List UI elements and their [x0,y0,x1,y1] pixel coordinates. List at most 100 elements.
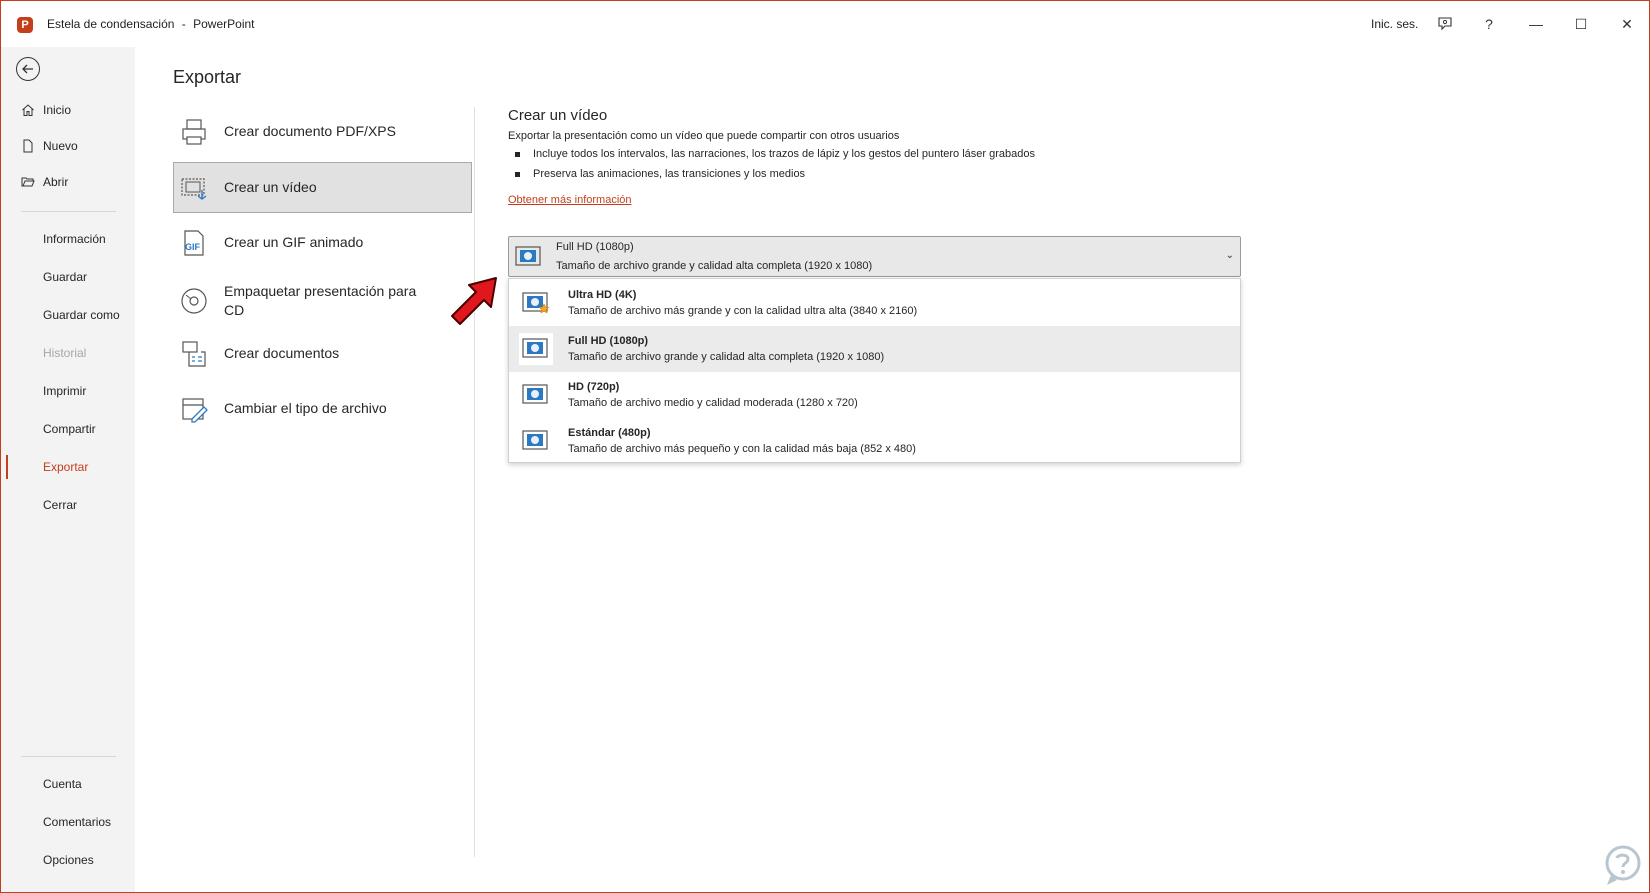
title-separator: - [181,17,186,31]
nav-item-guardar[interactable]: Guardar [1,262,135,292]
video-icon [181,177,207,200]
nav-item-imprimir[interactable]: Imprimir [1,376,135,406]
cd-icon [181,288,207,314]
nav-label: Opciones [43,853,94,867]
option-label: Crear documento PDF/XPS [224,123,396,139]
bullet-dot [515,171,520,177]
nav-item-comentarios[interactable]: Comentarios [1,807,135,837]
nav-item-inicio[interactable]: Inicio [1,95,135,125]
nav-item-guardar-como[interactable]: Guardar como [1,300,135,330]
quality-option-title: HD (720p) [568,381,620,393]
nav-divider [21,211,116,212]
open-folder-icon [21,177,35,187]
quality-option-title: Estándar (480p) [568,427,651,439]
chevron-down-icon: ⌄ [1225,250,1234,261]
video-bullet: Preserva las animaciones, las transicion… [515,168,805,180]
gif-icon: GIF [180,229,208,257]
nav-label: Inicio [43,103,72,117]
change-file-type-icon [182,397,208,423]
export-option-package-cd[interactable]: Empaquetar presentación para CD [173,271,472,331]
handouts-icon [182,340,206,367]
nav-label: Comentarios [43,815,112,829]
feedback-icon[interactable] [1431,11,1459,37]
close-button[interactable]: ✕ [1613,11,1641,37]
nav-label: Cuenta [43,777,82,791]
nav-label: Abrir [43,175,69,189]
full-hd-icon [522,338,548,358]
video-bullet: Incluye todos los intervalos, las narrac… [515,148,1035,160]
quality-option-ultra-hd[interactable]: Ultra HD (4K) Tamaño de archivo más gran… [509,280,1240,326]
pdf-xps-icon [182,118,206,145]
nav-item-informacion[interactable]: Información [1,224,135,254]
sign-in-button[interactable]: Inic. ses. [1371,17,1418,31]
quality-option-description: Tamaño de archivo grande y calidad alta … [568,351,885,363]
powerpoint-logo-icon: P [17,17,33,33]
quality-option-description: Tamaño de archivo medio y calidad modera… [568,397,858,409]
nav-label: Cerrar [43,498,78,512]
more-info-link[interactable]: Obtener más información [508,194,632,206]
document-title: Estela de condensación [47,17,175,31]
nav-label: Nuevo [43,139,78,153]
quality-option-hd[interactable]: HD (720p) Tamaño de archivo medio y cali… [509,372,1240,418]
quality-selected-title: Full HD (1080p) [556,241,634,253]
export-panel: Exportar Crear documento PDF/XPS Crear u… [135,47,1649,892]
panel-divider [474,107,475,857]
nav-label: Guardar [43,270,88,284]
backstage-nav: Inicio Nuevo Abrir Información Guardar G… [1,47,135,892]
video-quality-select[interactable]: Full HD (1080p) Tamaño de archivo grande… [508,236,1241,277]
export-option-change-type[interactable]: Cambiar el tipo de archivo [173,383,472,434]
nav-item-cuenta[interactable]: Cuenta [1,769,135,799]
quality-option-title: Full HD (1080p) [568,335,649,347]
powerpoint-window: P Estela de condensación - PowerPoint In… [0,0,1650,893]
nav-label: Historial [43,346,87,360]
video-description: Exportar la presentación como un vídeo q… [508,130,900,142]
quality-selected-description: Tamaño de archivo grande y calidad alta … [556,260,873,272]
nav-item-abrir[interactable]: Abrir [1,167,135,197]
option-label: Cambiar el tipo de archivo [224,400,387,416]
option-label: Crear un GIF animado [224,234,364,250]
nav-label: Imprimir [43,384,87,398]
watermark-logo-icon [1605,845,1641,885]
option-label: Crear documentos [224,345,340,361]
export-option-gif[interactable]: GIF Crear un GIF animado [173,217,472,268]
back-button[interactable] [16,57,40,81]
nav-item-historial: Historial [1,338,135,368]
video-quality-dropdown: Ultra HD (4K) Tamaño de archivo más gran… [508,278,1241,463]
annotation-arrow-icon [451,277,497,325]
nav-divider [21,756,116,757]
option-label: Empaquetar presentación para CD [224,283,417,318]
gif-icon-text: GIF [185,241,200,252]
hd-icon [522,384,548,404]
app-name: PowerPoint [193,17,255,31]
nav-item-exportar[interactable]: Exportar [1,452,135,482]
minimize-button[interactable]: — [1522,11,1550,37]
export-option-video[interactable]: Crear un vídeo [173,162,472,213]
help-button[interactable]: ? [1475,11,1503,37]
nav-label: Guardar como [43,308,120,322]
bullet-text: Incluye todos los intervalos, las narrac… [533,148,1035,160]
nav-item-compartir[interactable]: Compartir [1,414,135,444]
ultra-hd-icon [522,292,550,314]
nav-item-opciones[interactable]: Opciones [1,845,135,875]
new-document-icon [23,139,33,153]
nav-item-nuevo[interactable]: Nuevo [1,131,135,161]
quality-option-title: Ultra HD (4K) [568,289,637,301]
nav-item-cerrar[interactable]: Cerrar [1,490,135,520]
back-arrow-icon [22,64,33,74]
bullet-text: Preserva las animaciones, las transicion… [533,168,806,180]
quality-option-description: Tamaño de archivo más grande y con la ca… [568,305,918,317]
export-option-pdf-xps[interactable]: Crear documento PDF/XPS [173,106,472,157]
title-bar: P Estela de condensación - PowerPoint In… [1,1,1649,47]
video-section-title: Crear un vídeo [508,107,608,124]
page-title: Exportar [173,67,242,87]
full-hd-icon [515,246,541,266]
standard-icon [522,430,548,450]
nav-label: Compartir [43,422,96,436]
quality-option-standard[interactable]: Estándar (480p) Tamaño de archivo más pe… [509,418,1240,464]
quality-option-full-hd[interactable]: Full HD (1080p) Tamaño de archivo grande… [509,326,1240,372]
export-option-handouts[interactable]: Crear documentos [173,328,472,379]
maximize-button[interactable]: ☐ [1567,11,1595,37]
option-label: Crear un vídeo [224,179,317,195]
bullet-dot [515,151,520,157]
home-icon [22,104,34,116]
